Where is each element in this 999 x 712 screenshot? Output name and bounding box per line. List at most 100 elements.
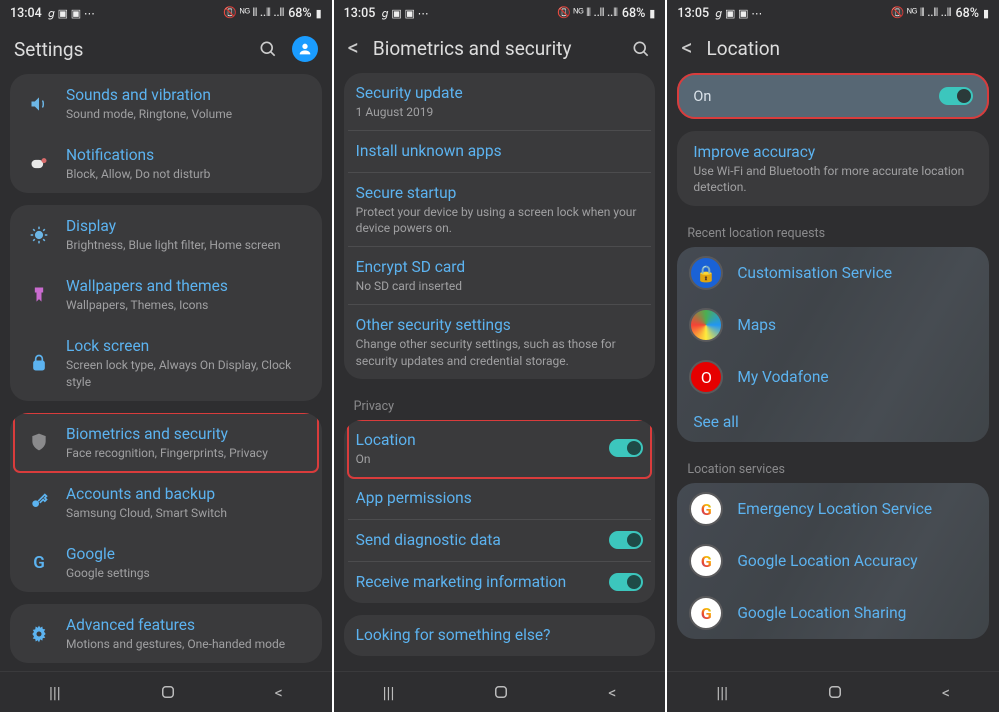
shield-icon xyxy=(26,432,52,452)
security-item[interactable]: Encrypt SD cardNo SD card inserted xyxy=(348,247,652,305)
search-icon[interactable] xyxy=(631,39,651,59)
item-title: Encrypt SD card xyxy=(356,257,644,278)
item-sub: Protect your device by using a screen lo… xyxy=(356,204,644,236)
nav-home[interactable] xyxy=(804,677,866,707)
item-title: Send diagnostic data xyxy=(356,530,501,551)
maps-icon xyxy=(689,308,723,342)
item-title: Install unknown apps xyxy=(356,141,644,162)
item-title: Google xyxy=(66,544,306,565)
status-right-icons: 📵 ᴺᴳ ⫴ ..⫴ ..⫴ xyxy=(891,6,952,20)
screen-location: 13:05 𝘨 ▣ ▣ ⋯ 📵 ᴺᴳ ⫴ ..⫴ ..⫴68%▮ < Locat… xyxy=(667,0,999,712)
item-title: Location xyxy=(356,430,416,451)
improve-accuracy-card[interactable]: Improve accuracy Use Wi-Fi and Bluetooth… xyxy=(677,131,989,206)
item-sub: Screen lock type, Always On Display, Clo… xyxy=(66,357,306,389)
recent-requests-label: Recent location requests xyxy=(677,218,989,247)
security-item[interactable]: Secure startupProtect your device by usi… xyxy=(348,173,652,247)
search-icon[interactable] xyxy=(258,39,278,59)
nav-recents[interactable]: ||| xyxy=(361,677,417,708)
nav-back[interactable]: < xyxy=(253,677,305,708)
nav-back[interactable]: < xyxy=(586,677,638,708)
battery-icon: ▮ xyxy=(983,7,989,20)
item-sub: Google settings xyxy=(66,565,306,581)
nav-bar: ||| < xyxy=(334,671,666,712)
privacy-item[interactable]: LocationOn xyxy=(348,420,652,478)
status-left-icons: 𝘨 ▣ ▣ ⋯ xyxy=(48,7,95,20)
security-item[interactable]: Install unknown apps xyxy=(348,131,652,173)
item-sub: No SD card inserted xyxy=(356,278,644,294)
item-sub: Wallpapers, Themes, Icons xyxy=(66,297,306,313)
security-item[interactable]: Other security settingsChange other secu… xyxy=(348,305,652,378)
item-title: Advanced features xyxy=(66,615,306,636)
status-bar: 13:05 𝘨 ▣ ▣ ⋯ 📵 ᴺᴳ ⫴ ..⫴ ..⫴68%▮ xyxy=(334,0,666,26)
battery-icon: ▮ xyxy=(649,7,655,20)
service-name: Google Location Sharing xyxy=(737,603,906,624)
item-sub: Sound mode, Ringtone, Volume xyxy=(66,106,306,122)
item-title: Notifications xyxy=(66,145,306,166)
security-item[interactable]: Security update1 August 2019 xyxy=(348,73,652,131)
privacy-item[interactable]: App permissions xyxy=(348,478,652,520)
back-icon[interactable]: < xyxy=(348,36,359,61)
privacy-item[interactable]: Receive marketing information xyxy=(348,562,652,603)
notif-icon xyxy=(26,154,52,174)
settings-item-lock[interactable]: Lock screenScreen lock type, Always On D… xyxy=(14,324,318,400)
battery: 68% xyxy=(288,6,311,21)
recent-app[interactable]: 🔒Customisation Service xyxy=(677,247,989,299)
settings-item-google[interactable]: G GoogleGoogle settings xyxy=(14,532,318,592)
screen-settings: 13:04 𝘨 ▣ ▣ ⋯ 📵 ᴺᴳ ⫴ ..⫴ ..⫴68%▮ Setting… xyxy=(0,0,332,712)
location-on-label: On xyxy=(693,88,711,105)
item-sub: 1 August 2019 xyxy=(356,104,644,120)
service-name: Google Location Accuracy xyxy=(737,551,917,572)
battery: 68% xyxy=(956,6,979,21)
toggle[interactable] xyxy=(609,439,643,457)
settings-item-brush[interactable]: Wallpapers and themesWallpapers, Themes,… xyxy=(14,264,318,324)
nav-home[interactable] xyxy=(470,677,532,707)
settings-item-notif[interactable]: NotificationsBlock, Allow, Do not distur… xyxy=(14,133,318,193)
location-service[interactable]: GEmergency Location Service xyxy=(677,483,989,535)
footer-link[interactable]: Looking for something else? xyxy=(348,615,652,656)
settings-item-display[interactable]: DisplayBrightness, Blue light filter, Ho… xyxy=(14,205,318,264)
location-service[interactable]: GGoogle Location Accuracy xyxy=(677,535,989,587)
location-master-toggle[interactable] xyxy=(939,87,973,105)
toggle[interactable] xyxy=(609,573,643,591)
item-title: Secure startup xyxy=(356,183,644,204)
nav-back[interactable]: < xyxy=(920,677,972,708)
settings-item-shield[interactable]: Biometrics and securityFace recognition,… xyxy=(14,413,318,472)
nav-bar: ||| < xyxy=(0,671,332,712)
status-bar: 13:05 𝘨 ▣ ▣ ⋯ 📵 ᴺᴳ ⫴ ..⫴ ..⫴68%▮ xyxy=(667,0,999,26)
settings-item-volume[interactable]: Sounds and vibrationSound mode, Ringtone… xyxy=(14,74,318,133)
page-title: Biometrics and security xyxy=(373,37,617,60)
item-sub: Face recognition, Fingerprints, Privacy xyxy=(66,445,306,461)
toggle[interactable] xyxy=(609,531,643,549)
location-service[interactable]: GGoogle Location Sharing xyxy=(677,587,989,639)
status-left-icons: 𝘨 ▣ ▣ ⋯ xyxy=(715,7,762,20)
profile-avatar[interactable] xyxy=(292,36,318,62)
item-sub: Change other security settings, such as … xyxy=(356,336,644,368)
settings-item-gear[interactable]: Advanced featuresMotions and gestures, O… xyxy=(14,604,318,663)
privacy-item[interactable]: Send diagnostic data xyxy=(348,520,652,562)
item-title: Security update xyxy=(356,83,644,104)
lock-icon xyxy=(26,353,52,373)
item-title: Lock screen xyxy=(66,336,306,357)
back-icon[interactable]: < xyxy=(681,36,692,61)
nav-recents[interactable]: ||| xyxy=(27,677,83,708)
page-title: Location xyxy=(707,37,985,60)
nav-recents[interactable]: ||| xyxy=(694,677,750,708)
recent-app[interactable]: OMy Vodafone xyxy=(677,351,989,403)
item-sub: Block, Allow, Do not disturb xyxy=(66,166,306,182)
app-name: My Vodafone xyxy=(737,367,828,388)
location-master-toggle-card[interactable]: On xyxy=(677,73,989,119)
item-sub: Samsung Cloud, Smart Switch xyxy=(66,505,306,521)
nav-home[interactable] xyxy=(137,677,199,707)
see-all[interactable]: See all xyxy=(677,403,989,442)
item-title: Sounds and vibration xyxy=(66,85,306,106)
app-name: Maps xyxy=(737,315,776,336)
item-title: Display xyxy=(66,216,306,237)
improve-sub: Use Wi-Fi and Bluetooth for more accurat… xyxy=(693,163,973,195)
settings-item-key[interactable]: Accounts and backupSamsung Cloud, Smart … xyxy=(14,472,318,532)
item-sub: On xyxy=(356,451,416,467)
recent-app[interactable]: Maps xyxy=(677,299,989,351)
item-title: Receive marketing information xyxy=(356,572,567,593)
google-icon: G xyxy=(26,553,52,573)
brush-icon xyxy=(26,285,52,305)
item-title: Biometrics and security xyxy=(66,424,306,445)
